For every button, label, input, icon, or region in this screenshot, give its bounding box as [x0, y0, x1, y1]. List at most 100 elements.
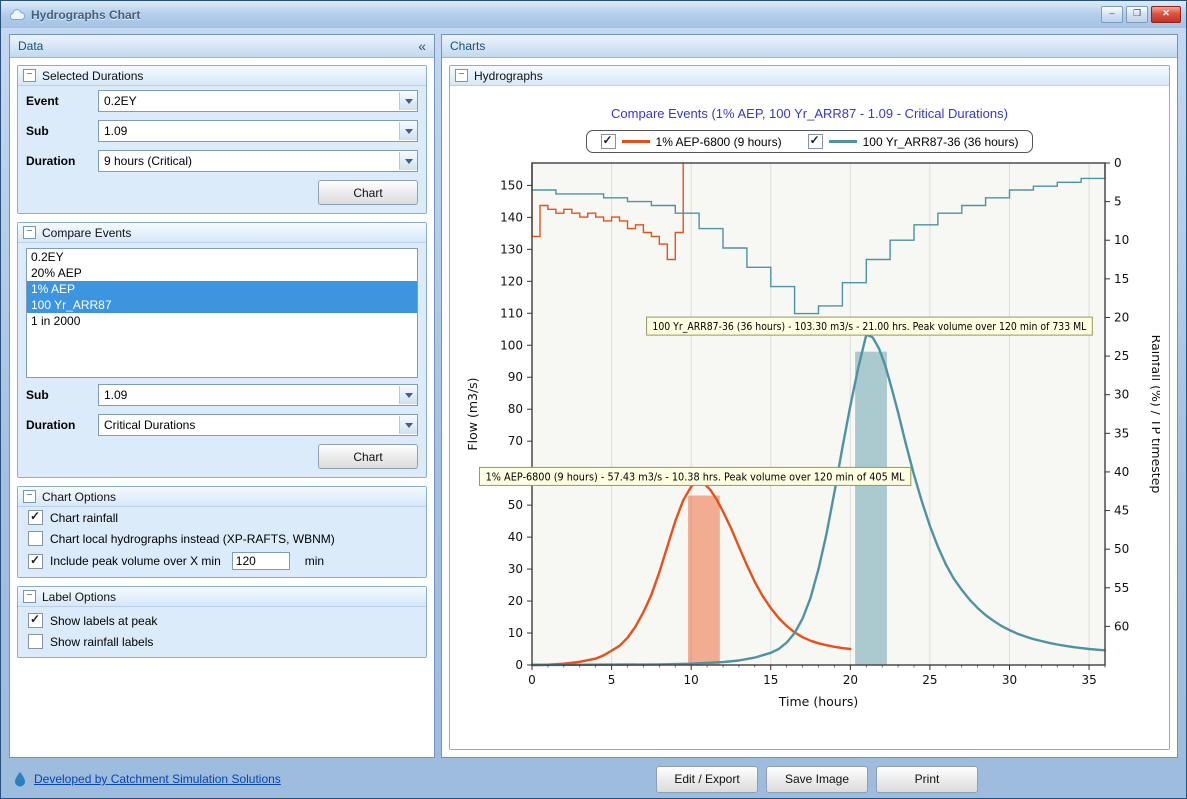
- duration-dropdown[interactable]: 9 hours (Critical): [98, 150, 418, 172]
- collapse-panel-icon[interactable]: «: [418, 39, 426, 53]
- show-labels-label: Show labels at peak: [50, 614, 157, 628]
- close-button[interactable]: ✕: [1151, 6, 1181, 23]
- x-axis-title: Time (hours): [777, 694, 857, 709]
- selected-durations-group: − Selected Durations Event 0.2EY Sub 1: [17, 65, 427, 214]
- charts-panel-title: Charts: [450, 39, 485, 53]
- svg-text:25: 25: [1114, 349, 1129, 363]
- svg-text:35: 35: [1081, 673, 1096, 687]
- legend-checkbox[interactable]: [601, 134, 616, 149]
- duration-value: 9 hours (Critical): [104, 154, 399, 168]
- chart-title: Compare Events (1% AEP, 100 Yr_ARR87 - 1…: [611, 106, 1008, 121]
- show-labels-checkbox[interactable]: [28, 613, 43, 628]
- save-image-button[interactable]: Save Image: [766, 766, 868, 793]
- credit-link[interactable]: Developed by Catchment Simulation Soluti…: [13, 771, 281, 787]
- svg-text:0: 0: [528, 673, 536, 687]
- hydrographs-title: Hydrographs: [474, 69, 543, 83]
- legend-checkbox[interactable]: [808, 134, 823, 149]
- peak-volume-input[interactable]: [232, 552, 290, 570]
- water-drop-icon: [13, 771, 27, 787]
- svg-text:60: 60: [1114, 619, 1129, 633]
- list-item-20-aep[interactable]: 20% AEP: [27, 265, 417, 281]
- collapse-group-icon[interactable]: −: [23, 226, 36, 239]
- legend-item[interactable]: 1% AEP-6800 (9 hours): [601, 134, 782, 149]
- event-dropdown[interactable]: 0.2EY: [98, 90, 418, 112]
- chart-options-header[interactable]: − Chart Options: [18, 487, 426, 507]
- svg-text:90: 90: [507, 370, 522, 384]
- svg-text:30: 30: [1001, 673, 1016, 687]
- show-rainfall-label: Show rainfall labels: [50, 635, 153, 649]
- peak-volume-band: [855, 352, 887, 665]
- print-button[interactable]: Print: [876, 766, 978, 793]
- svg-text:0: 0: [1114, 156, 1122, 170]
- svg-text:40: 40: [1114, 465, 1129, 479]
- chevron-down-icon[interactable]: [399, 416, 417, 434]
- chart-local-checkbox[interactable]: [28, 531, 43, 546]
- collapse-group-icon[interactable]: −: [23, 69, 36, 82]
- data-panel-title: Data: [18, 39, 43, 53]
- compare-sub-dropdown[interactable]: 1.09: [98, 384, 418, 406]
- compare-events-header[interactable]: − Compare Events: [18, 223, 426, 243]
- chart-rainfall-checkbox[interactable]: [28, 510, 43, 525]
- label-options-header[interactable]: − Label Options: [18, 587, 426, 607]
- show-rainfall-checkbox[interactable]: [28, 634, 43, 649]
- peak-annotation-text: 1% AEP-6800 (9 hours) - 57.43 m3/s - 10.…: [485, 471, 904, 483]
- label-options-group: − Label Options Show labels at peak Show…: [17, 586, 427, 658]
- svg-text:45: 45: [1114, 504, 1129, 518]
- minimize-button[interactable]: –: [1101, 6, 1123, 23]
- list-item-1-in-2000[interactable]: 1 in 2000: [27, 313, 417, 329]
- charts-panel: Charts − Hydrographs Compare Events (1% …: [441, 34, 1178, 758]
- svg-text:130: 130: [500, 242, 523, 256]
- chevron-down-icon[interactable]: [399, 386, 417, 404]
- data-panel: Data « − Selected Durations Event 0.2EY: [9, 34, 435, 758]
- svg-text:10: 10: [507, 626, 522, 640]
- chart-button-compare-events[interactable]: Chart: [318, 444, 418, 469]
- sub-dropdown[interactable]: 1.09: [98, 120, 418, 142]
- chevron-down-icon[interactable]: [399, 122, 417, 140]
- compare-duration-dropdown[interactable]: Critical Durations: [98, 414, 418, 436]
- edit-export-button[interactable]: Edit / Export: [656, 766, 758, 793]
- list-item-1-aep[interactable]: 1% AEP: [27, 281, 417, 297]
- chevron-down-icon[interactable]: [399, 92, 417, 110]
- plot-area: [532, 163, 1105, 665]
- svg-text:110: 110: [500, 306, 523, 320]
- legend-item[interactable]: 100 Yr_ARR87-36 (36 hours): [808, 134, 1019, 149]
- collapse-group-icon[interactable]: −: [455, 69, 468, 82]
- compare-events-list[interactable]: 0.2EY20% AEP1% AEP100 Yr_ARR871 in 2000: [26, 248, 418, 378]
- charts-panel-header: Charts: [442, 35, 1177, 58]
- chevron-down-icon[interactable]: [399, 152, 417, 170]
- maximize-button[interactable]: ❐: [1126, 6, 1148, 23]
- compare-sub-value: 1.09: [104, 388, 399, 402]
- peak-volume-checkbox[interactable]: [28, 554, 43, 569]
- chart-options-group: − Chart Options Chart rainfall Chart loc…: [17, 486, 427, 578]
- collapse-group-icon[interactable]: −: [23, 590, 36, 603]
- svg-text:140: 140: [500, 210, 523, 224]
- svg-text:50: 50: [507, 498, 522, 512]
- hydrographs-header[interactable]: − Hydrographs: [450, 66, 1169, 86]
- chart-rainfall-label: Chart rainfall: [50, 511, 118, 525]
- credit-link-text: Developed by Catchment Simulation Soluti…: [34, 772, 281, 786]
- sub-label: Sub: [26, 388, 98, 402]
- svg-text:20: 20: [842, 673, 857, 687]
- chart-options-title: Chart Options: [42, 490, 116, 504]
- svg-text:15: 15: [1114, 272, 1129, 286]
- duration-label: Duration: [26, 154, 98, 168]
- peak-volume-label: Include peak volume over X min: [50, 554, 221, 568]
- chart-legend: 1% AEP-6800 (9 hours) 100 Yr_ARR87-36 (36…: [586, 130, 1034, 153]
- svg-text:5: 5: [1114, 195, 1122, 209]
- hydrograph-chart[interactable]: 0510152025303501020304050607080901001101…: [460, 153, 1160, 728]
- peak-volume-unit: min: [305, 554, 324, 568]
- list-item-0-2ey[interactable]: 0.2EY: [27, 249, 417, 265]
- selected-durations-header[interactable]: − Selected Durations: [18, 66, 426, 86]
- svg-text:80: 80: [507, 402, 522, 416]
- compare-duration-value: Critical Durations: [104, 418, 399, 432]
- left-axis-title: Flow (m3/s): [465, 377, 480, 450]
- collapse-group-icon[interactable]: −: [23, 490, 36, 503]
- legend-series-label: 100 Yr_ARR87-36 (36 hours): [863, 135, 1019, 149]
- legend-series-swatch: [622, 140, 650, 143]
- chart-local-label: Chart local hydrographs instead (XP-RAFT…: [50, 532, 335, 546]
- list-item-100-yr_arr87[interactable]: 100 Yr_ARR87: [27, 297, 417, 313]
- event-label: Event: [26, 94, 98, 108]
- chart-button-selected-durations[interactable]: Chart: [318, 180, 418, 205]
- title-bar[interactable]: Hydrographs Chart – ❐ ✕: [1, 1, 1186, 28]
- svg-text:50: 50: [1114, 542, 1129, 556]
